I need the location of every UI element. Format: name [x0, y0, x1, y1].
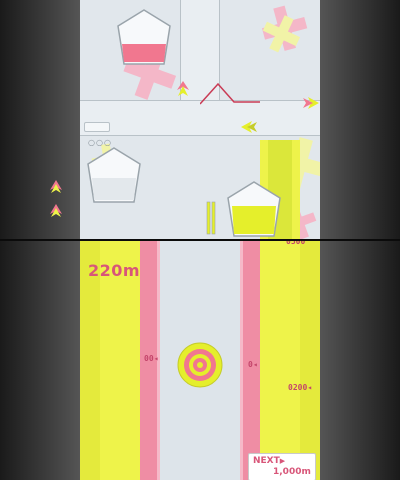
distance-marker: 0◂	[248, 360, 258, 369]
gauge-right	[227, 181, 281, 237]
top-screen: ✚ ✚ ✚ ✚ ✚ ✚ ○○○	[80, 0, 320, 239]
gauge-left	[87, 147, 141, 203]
next-value: 1,000m	[273, 467, 311, 477]
distance-readout: 220m	[88, 261, 141, 280]
gauge-top	[117, 9, 171, 65]
track-line	[200, 82, 260, 105]
distance-marker: 0200◂	[288, 383, 313, 392]
field-stripe	[300, 241, 320, 480]
tube-bolt	[84, 122, 110, 132]
distance-marker: 0500	[286, 241, 306, 246]
next-arrow-icon: ▶	[279, 457, 286, 465]
next-label: NEXT▶	[253, 456, 285, 466]
target-ring-icon[interactable]	[176, 341, 224, 389]
next-label-text: NEXT	[253, 456, 280, 466]
next-goal-box: NEXT▶ 1,000m	[248, 453, 316, 480]
right-rail-edge	[240, 241, 243, 480]
lives-indicator	[48, 178, 64, 230]
arrow-ship-icon	[177, 81, 189, 96]
arrow-ship-icon	[241, 121, 257, 133]
arrow-ship-icon	[303, 97, 319, 109]
player-ship-icon	[206, 201, 216, 235]
life-arrow-icon	[50, 180, 62, 217]
bottom-screen: 220m 0500 00◂ 0◂ 0200◂ NEXT▶ 1,000m	[80, 241, 320, 480]
distance-marker: 00◂	[144, 354, 159, 363]
